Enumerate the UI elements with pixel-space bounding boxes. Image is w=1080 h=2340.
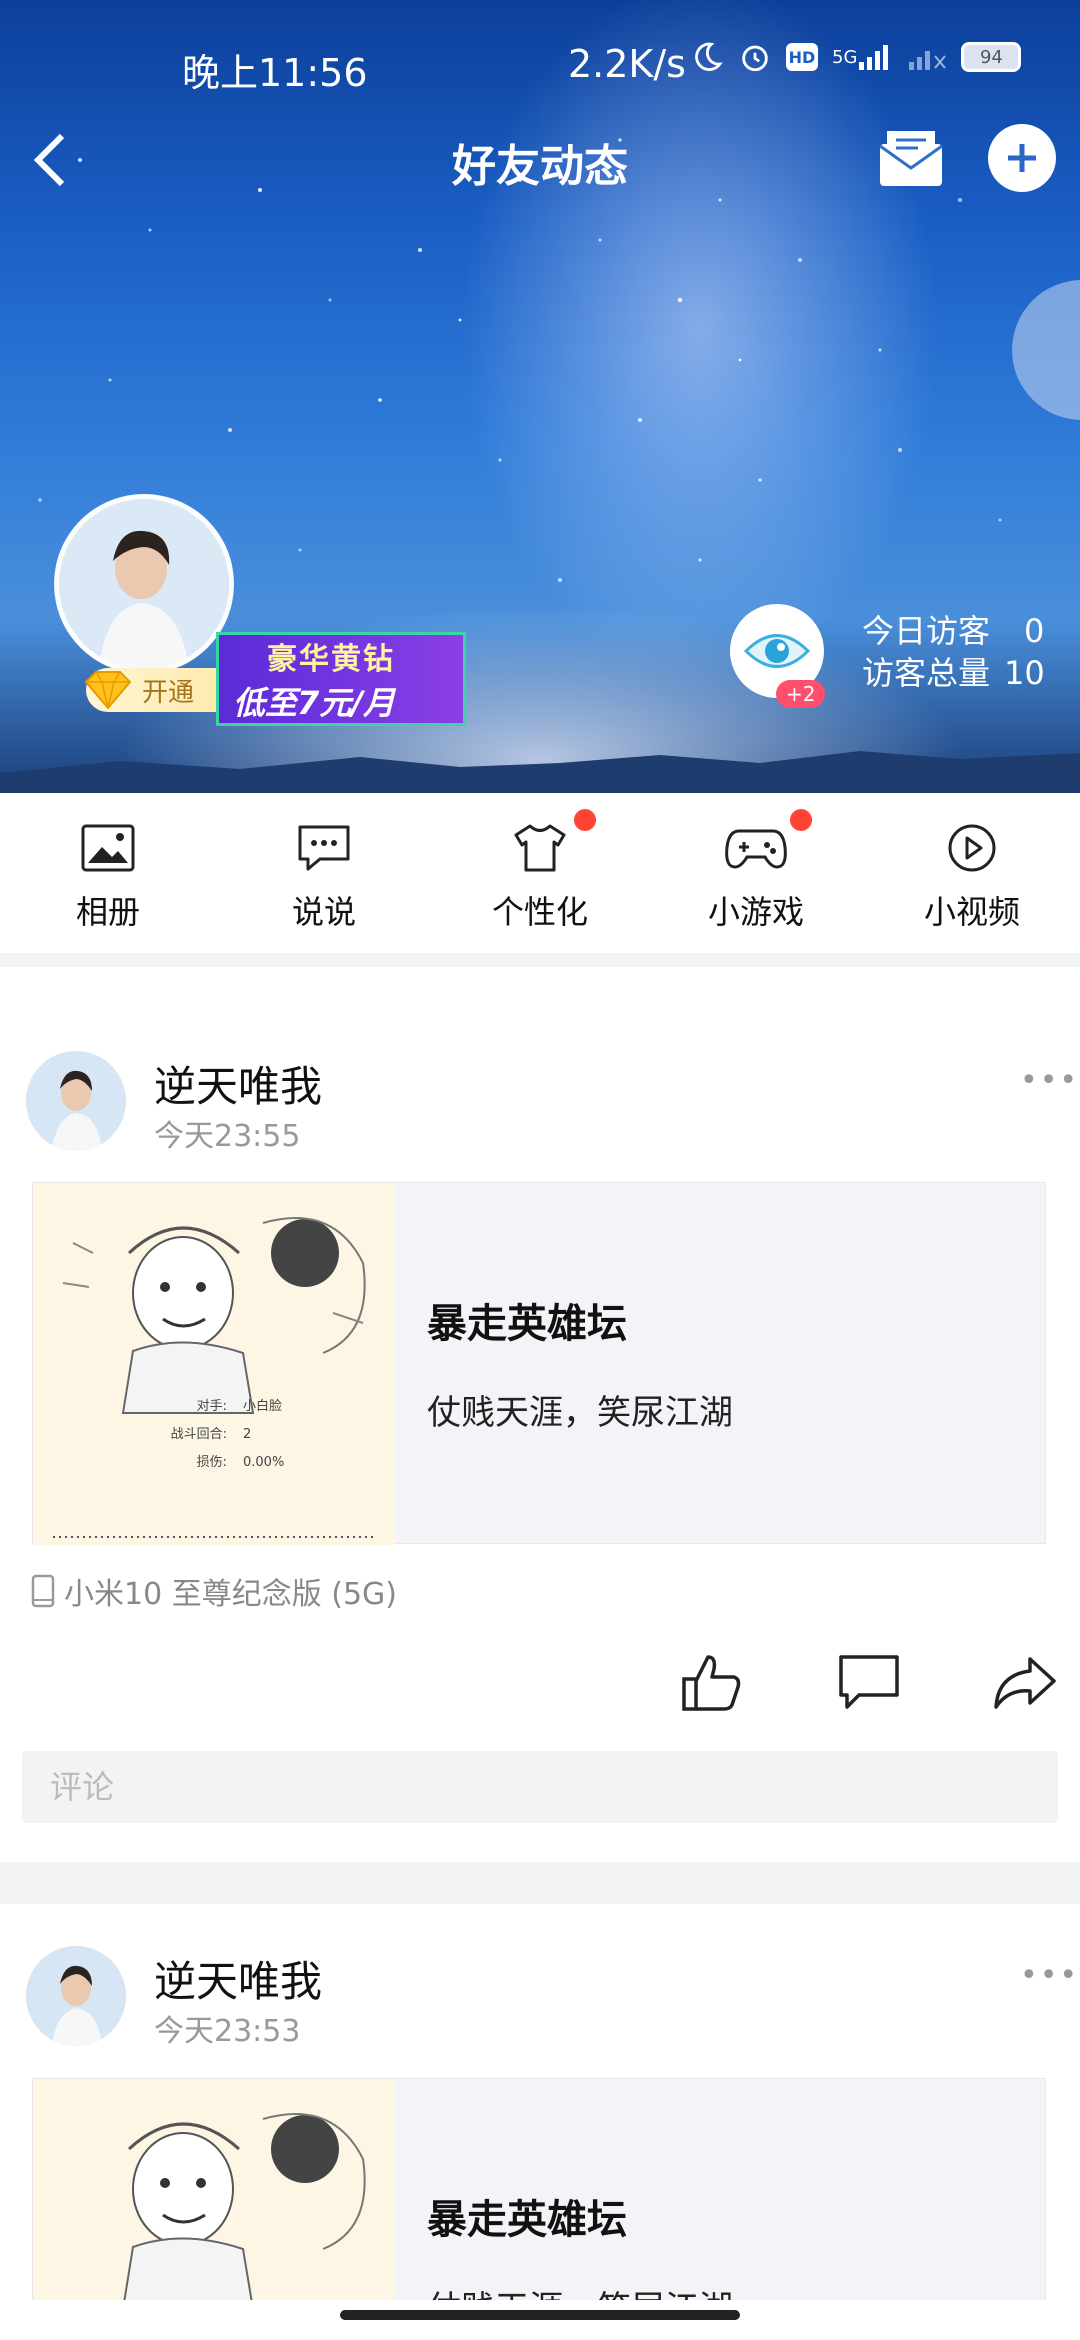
vip-promo-banner[interactable]: 豪华黄钻 低至7元/月 — [216, 632, 466, 726]
photo-album-icon — [81, 824, 135, 872]
like-button[interactable] — [676, 1647, 746, 1717]
open-vip-badge[interactable]: 开通 — [84, 668, 236, 712]
quick-menu-games-label: 小游戏 — [707, 893, 804, 931]
visitors-today-label: 今日访客 — [862, 612, 991, 650]
vip-promo-price: 低至7元/月 — [233, 684, 395, 722]
mail-icon — [879, 131, 943, 186]
status-icons: HD 5G 94 — [690, 40, 1022, 74]
post-author-name[interactable]: 逆天唯我 — [154, 1053, 322, 1114]
shared-link-card[interactable]: 对手: 小白脸 战斗回合: 2 损伤: 0.00% 暴走英雄坛 仗贱天涯，笑尿江湖 — [32, 1182, 1046, 1545]
status-time: 晚上11:56 — [182, 51, 368, 95]
profile-banner: 晚上11:56 2.2K/s HD 5G 94 好友动态 开通 豪华黄钻 低至7… — [0, 0, 1080, 793]
home-indicator[interactable] — [340, 2310, 740, 2320]
quick-menu-videos-label: 小视频 — [923, 893, 1020, 931]
open-badge-label: 开通 — [142, 677, 195, 708]
chat-bubble-icon — [298, 825, 350, 871]
post-time: 今天23:55 — [154, 1119, 301, 1154]
diamond-icon — [84, 671, 132, 710]
card-description: 仗贱天涯，笑尿江湖 — [427, 2281, 733, 2300]
battery-icon: 94 — [961, 42, 1022, 72]
phone-icon — [31, 1574, 55, 1608]
quick-menu-status[interactable]: 说说 — [216, 793, 432, 953]
quick-menu-album[interactable]: 相册 — [0, 793, 216, 953]
comment-input[interactable]: 评论 — [22, 1751, 1058, 1823]
battery-level: 94 — [979, 46, 1003, 68]
signal-5g-icon: 5G — [832, 42, 893, 72]
network-speed: 2.2K/s — [568, 42, 686, 86]
card-text: 暴走英雄坛 仗贱天涯，笑尿江湖 — [395, 1183, 733, 1543]
post-time: 今天23:53 — [154, 2014, 301, 2049]
visitors-total-label: 访客总量 — [862, 654, 991, 692]
device-name: 小米10 至尊纪念版 (5G) — [64, 1577, 397, 1612]
quick-menu: 相册 说说 个性化 小游戏 小视频 — [0, 793, 1080, 953]
thumbs-up-icon — [682, 1655, 741, 1711]
vip-promo-title: 豪华黄钻 — [267, 642, 395, 677]
avatar-image — [59, 499, 229, 669]
more-options-button[interactable]: ••• — [1020, 1063, 1079, 1098]
battle-stat-value: 小白脸 — [243, 1399, 283, 1414]
card-text: 暴走英雄坛 仗贱天涯，笑尿江湖 — [395, 2079, 733, 2300]
share-button[interactable] — [990, 1647, 1060, 1717]
cartoon-hero-image — [33, 1183, 395, 1545]
post-author-avatar[interactable] — [26, 1051, 126, 1151]
profile-avatar[interactable] — [54, 494, 234, 674]
card-title: 暴走英雄坛 — [427, 2197, 627, 2243]
post-device: 小米10 至尊纪念版 (5G) — [30, 1569, 397, 1613]
card-thumbnail — [33, 2079, 395, 2300]
battle-stat-label: 战斗回合: — [170, 1427, 227, 1442]
battle-stat-label: 对手: — [196, 1399, 227, 1414]
section-separator — [0, 953, 1080, 967]
comment-button[interactable] — [834, 1647, 904, 1717]
share-arrow-icon — [994, 1657, 1056, 1709]
card-description: 仗贱天涯，笑尿江湖 — [427, 1393, 733, 1433]
avatar-image — [26, 1946, 126, 2046]
battle-stat-value: 2 — [243, 1427, 252, 1442]
top-bar: 好友动态 — [0, 110, 1080, 210]
quick-menu-personalize[interactable]: 个性化 — [432, 793, 648, 953]
section-separator — [0, 1862, 1080, 1904]
new-visitors-badge: +2 — [776, 680, 826, 708]
status-bar: 晚上11:56 2.2K/s HD 5G 94 — [0, 30, 1080, 95]
tshirt-icon — [514, 824, 566, 872]
post-actions — [0, 1647, 1080, 1727]
cartoon-hero-image — [33, 2079, 395, 2300]
battle-stats: 对手: 小白脸 战斗回合: 2 损伤: 0.00% — [33, 1393, 395, 1477]
hd-icon: HD — [786, 43, 818, 71]
gamepad-icon — [725, 829, 787, 869]
visitors-total-value: 10 — [1004, 654, 1045, 692]
signal-weak-icon — [907, 42, 947, 72]
network-type: 5G — [832, 46, 858, 68]
battle-stat-label: 损伤: — [196, 1455, 227, 1470]
eye-icon — [743, 634, 811, 668]
new-indicator-dot — [790, 809, 812, 831]
visitor-stats: 今日访客 0 访客总量 10 — [862, 610, 1045, 694]
shared-link-card[interactable]: 暴走英雄坛 仗贱天涯，笑尿江湖 — [32, 2078, 1046, 2300]
add-post-button[interactable] — [988, 124, 1056, 192]
post-author-name[interactable]: 逆天唯我 — [154, 1948, 322, 2009]
avatar-image — [26, 1051, 126, 1151]
plus-icon — [1008, 144, 1036, 172]
alarm-icon — [738, 40, 772, 74]
new-indicator-dot — [574, 809, 596, 831]
feed-post: 逆天唯我 今天23:55 ••• 对手: 小白脸 战斗回合: 2 损伤: 0.00% — [0, 967, 1080, 1862]
post-author-avatar[interactable] — [26, 1946, 126, 2046]
quick-menu-videos[interactable]: 小视频 — [864, 793, 1080, 953]
visitors-today-value: 0 — [1024, 612, 1045, 650]
battle-stat-value: 0.00% — [243, 1455, 285, 1470]
comment-icon — [839, 1655, 899, 1709]
feed-post: 逆天唯我 今天23:53 ••• 暴走英雄坛 仗贱天涯，笑尿江湖 — [0, 1904, 1080, 2300]
messages-button[interactable] — [876, 126, 946, 190]
moon-icon — [690, 40, 724, 74]
quick-menu-games[interactable]: 小游戏 — [648, 793, 864, 953]
quick-menu-status-label: 说说 — [291, 893, 356, 931]
mountain-silhouette — [0, 751, 1080, 793]
card-thumbnail: 对手: 小白脸 战斗回合: 2 损伤: 0.00% — [33, 1183, 395, 1545]
card-title: 暴走英雄坛 — [427, 1301, 627, 1347]
more-options-button[interactable]: ••• — [1020, 1958, 1079, 1993]
quick-menu-personalize-label: 个性化 — [491, 893, 588, 931]
quick-menu-album-label: 相册 — [75, 893, 140, 931]
play-video-icon — [948, 824, 996, 872]
